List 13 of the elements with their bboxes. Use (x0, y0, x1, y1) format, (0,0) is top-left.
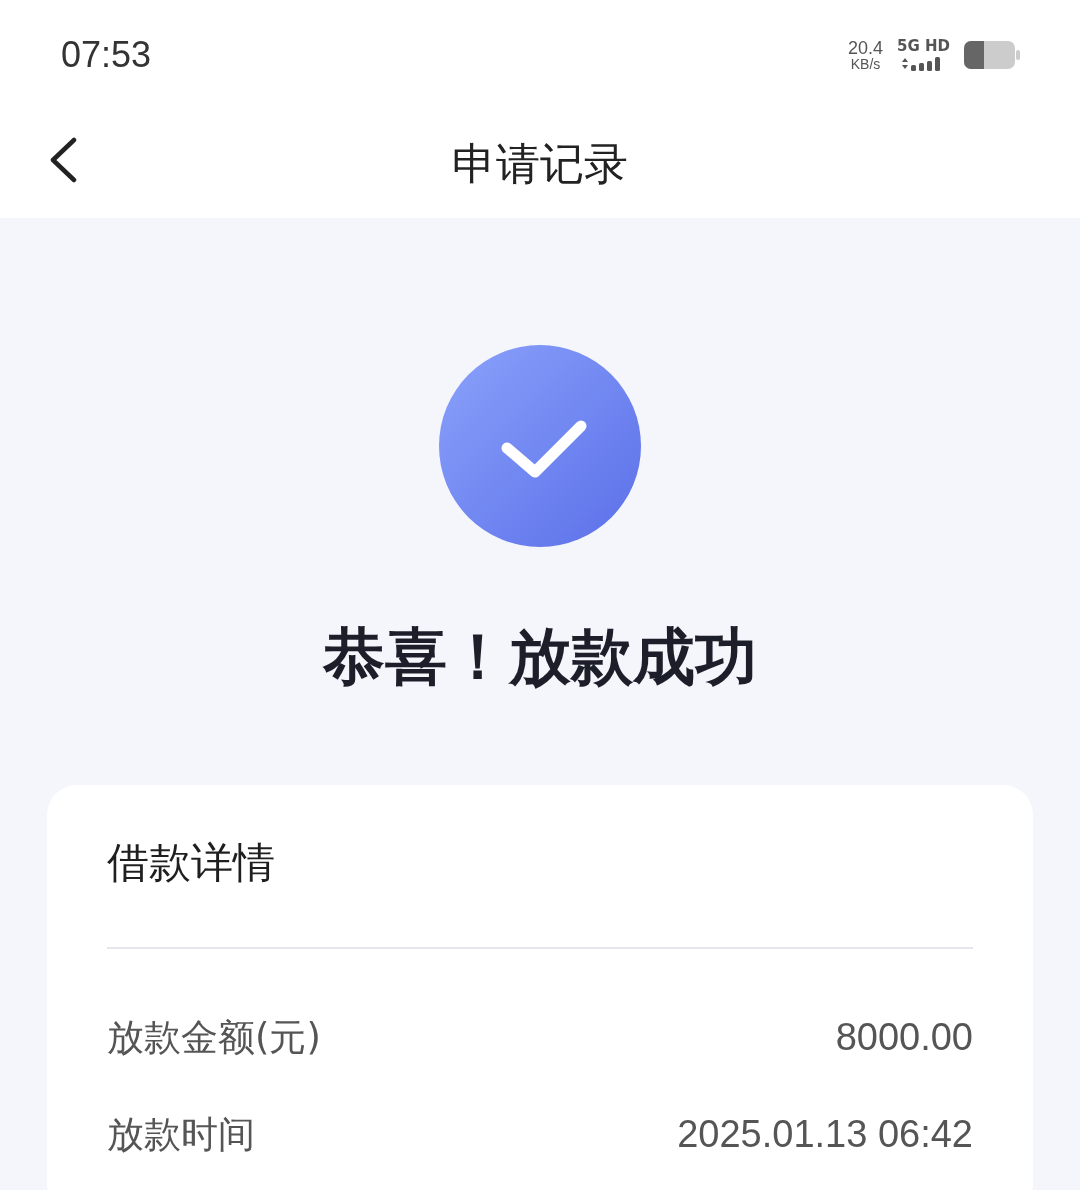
page-title: 申请记录 (452, 136, 628, 191)
back-icon[interactable] (49, 137, 77, 183)
detail-label: 放款时间 (107, 1111, 255, 1158)
detail-value: 8000.00 (835, 1016, 973, 1059)
speed-unit: KB/s (850, 57, 881, 71)
success-message: 恭喜！放款成功 (323, 619, 757, 695)
network-type: 5G HD (897, 38, 950, 54)
detail-label: 放款金额(元) (107, 1014, 321, 1061)
battery-icon (964, 41, 1020, 69)
card-title: 借款详情 (107, 837, 275, 889)
network-speed: 20.4 (847, 39, 883, 57)
detail-value: 2025.01.13 06:42 (677, 1113, 973, 1156)
status-time: 07:53 (61, 34, 152, 76)
